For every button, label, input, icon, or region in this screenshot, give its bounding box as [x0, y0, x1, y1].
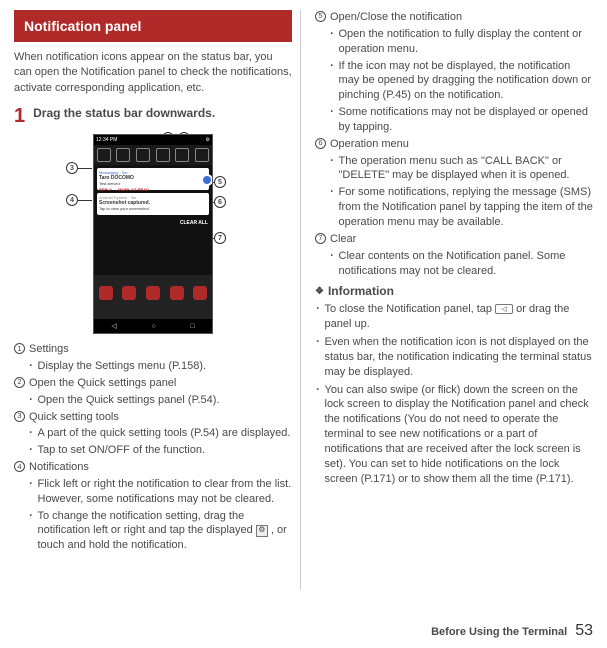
- ss-quick-settings: [94, 145, 212, 165]
- ss-home-area: ◁○□: [94, 275, 212, 333]
- screenshot-figure: 1 2 3 4 5 6 7 12:34 PM ⚙: [14, 134, 292, 334]
- ss-clear-all: CLEAR ALL: [94, 218, 212, 228]
- sub-bullet: ･For some notifications, replying the me…: [329, 185, 593, 230]
- expand-icon: [201, 174, 213, 186]
- sub-with-gear: To change the notification setting, drag…: [38, 509, 293, 554]
- sub-bullet: ･To change the notification setting, dra…: [28, 509, 292, 554]
- callout-desc-1: 1 Settings: [14, 342, 292, 357]
- callout-3: 3: [66, 162, 78, 174]
- sub-bullet: ･Tap to set ON/OFF of the function.: [28, 443, 292, 458]
- information-heading: ❖ Information: [315, 284, 593, 298]
- sub-bullet: ･If the icon may not be displayed, the n…: [329, 59, 593, 104]
- circled-num-6: 6: [315, 138, 326, 149]
- phone-screenshot: 12:34 PM ⚙ Messaging · 3m Taro DOCOMO Te…: [93, 134, 213, 334]
- ss-actions: REPLY MARK AS READ: [99, 186, 207, 193]
- callout-label-4: Notifications: [29, 460, 89, 475]
- sub-bullet: ･Flick left or right the notification to…: [28, 477, 292, 507]
- ss-notification-2: Android System · 3m Screenshot captured.…: [97, 193, 209, 215]
- info-bullet: ･To close the Notification panel, tap ◁ …: [315, 302, 593, 332]
- mark-read-action: MARK AS READ: [118, 187, 149, 192]
- sub-bullet: ･Open the notification to fully display …: [329, 27, 593, 57]
- gear-icon: ⚙: [206, 137, 210, 143]
- sub-bullet: ･Some notifications may not be displayed…: [329, 105, 593, 135]
- ss-time: 12:34 PM: [96, 137, 117, 143]
- callout-5: 5: [214, 176, 226, 188]
- callout-label-5: Open/Close the notification: [330, 10, 462, 25]
- callout-label-3: Quick setting tools: [29, 410, 119, 425]
- step-number: 1: [14, 106, 25, 126]
- callout-desc-3: 3 Quick setting tools: [14, 410, 292, 425]
- circled-num-7: 7: [315, 233, 326, 244]
- ss-notif2-sub: Tap to view your screenshot.: [99, 206, 207, 211]
- step-title: Drag the status bar downwards.: [33, 106, 215, 122]
- callout-7: 7: [214, 232, 226, 244]
- info-bullet: ･Even when the notification icon is not …: [315, 335, 593, 380]
- sub-bullet: ･Display the Settings menu (P.158).: [28, 359, 292, 374]
- callout-desc-6: 6 Operation menu: [315, 137, 593, 152]
- circled-num-3: 3: [14, 411, 25, 422]
- sub-bullet: ･A part of the quick setting tools (P.54…: [28, 426, 292, 441]
- circled-num-1: 1: [14, 343, 25, 354]
- sub-bullet: ･Open the Quick settings panel (P.54).: [28, 393, 292, 408]
- callout-label-6: Operation menu: [330, 137, 409, 152]
- gear-icon: ⚙: [256, 525, 268, 537]
- sub-bullet: ･The operation menu such as "CALL BACK" …: [329, 154, 593, 184]
- callout-label-2: Open the Quick settings panel: [29, 376, 176, 391]
- circled-num-2: 2: [14, 377, 25, 388]
- callout-label-7: Clear: [330, 232, 356, 247]
- callout-6: 6: [214, 196, 226, 208]
- diamond-icon: ❖: [315, 286, 324, 297]
- callout-4: 4: [66, 194, 78, 206]
- sub-bullet: ･Clear contents on the Notification pane…: [329, 249, 593, 279]
- reply-action: REPLY: [99, 187, 112, 192]
- callout-label-1: Settings: [29, 342, 69, 357]
- ss-notification-1: Messaging · 3m Taro DOCOMO Test arrived …: [97, 168, 209, 190]
- footer-title: Before Using the Terminal: [431, 626, 567, 638]
- circled-num-4: 4: [14, 461, 25, 472]
- circled-num-5: 5: [315, 11, 326, 22]
- callout-desc-7: 7 Clear: [315, 232, 593, 247]
- callout-desc-2: 2 Open the Quick settings panel: [14, 376, 292, 391]
- page-footer: Before Using the Terminal 53: [431, 622, 593, 640]
- info-bullet: ･You can also swipe (or flick) down the …: [315, 383, 593, 487]
- step-1: 1 Drag the status bar downwards.: [14, 106, 292, 126]
- back-icon: ◁: [495, 304, 513, 314]
- page-number: 53: [575, 622, 593, 640]
- info-with-back: To close the Notification panel, tap ◁ o…: [325, 302, 594, 332]
- intro-text: When notification icons appear on the st…: [14, 50, 292, 96]
- callout-desc-5: 5 Open/Close the notification: [315, 10, 593, 25]
- ss-statusbar: 12:34 PM ⚙: [94, 135, 212, 145]
- section-header: Notification panel: [14, 10, 292, 42]
- callout-desc-4: 4 Notifications: [14, 460, 292, 475]
- ss-navbar: ◁○□: [94, 319, 212, 333]
